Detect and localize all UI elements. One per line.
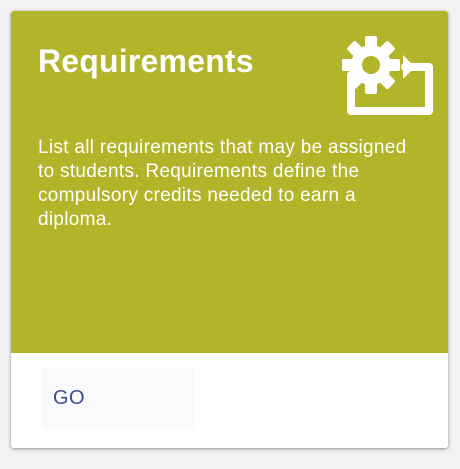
requirements-card: Requirements List all requirements that … [11,11,448,448]
go-button[interactable]: GO [42,367,194,429]
card-description: List all requirements that may be assign… [38,137,407,230]
card-header: Requirements List all requirements that … [11,11,448,353]
card-actions: GO [11,353,448,448]
card-title: Requirements [38,43,254,79]
settings-applications-icon [341,31,435,117]
